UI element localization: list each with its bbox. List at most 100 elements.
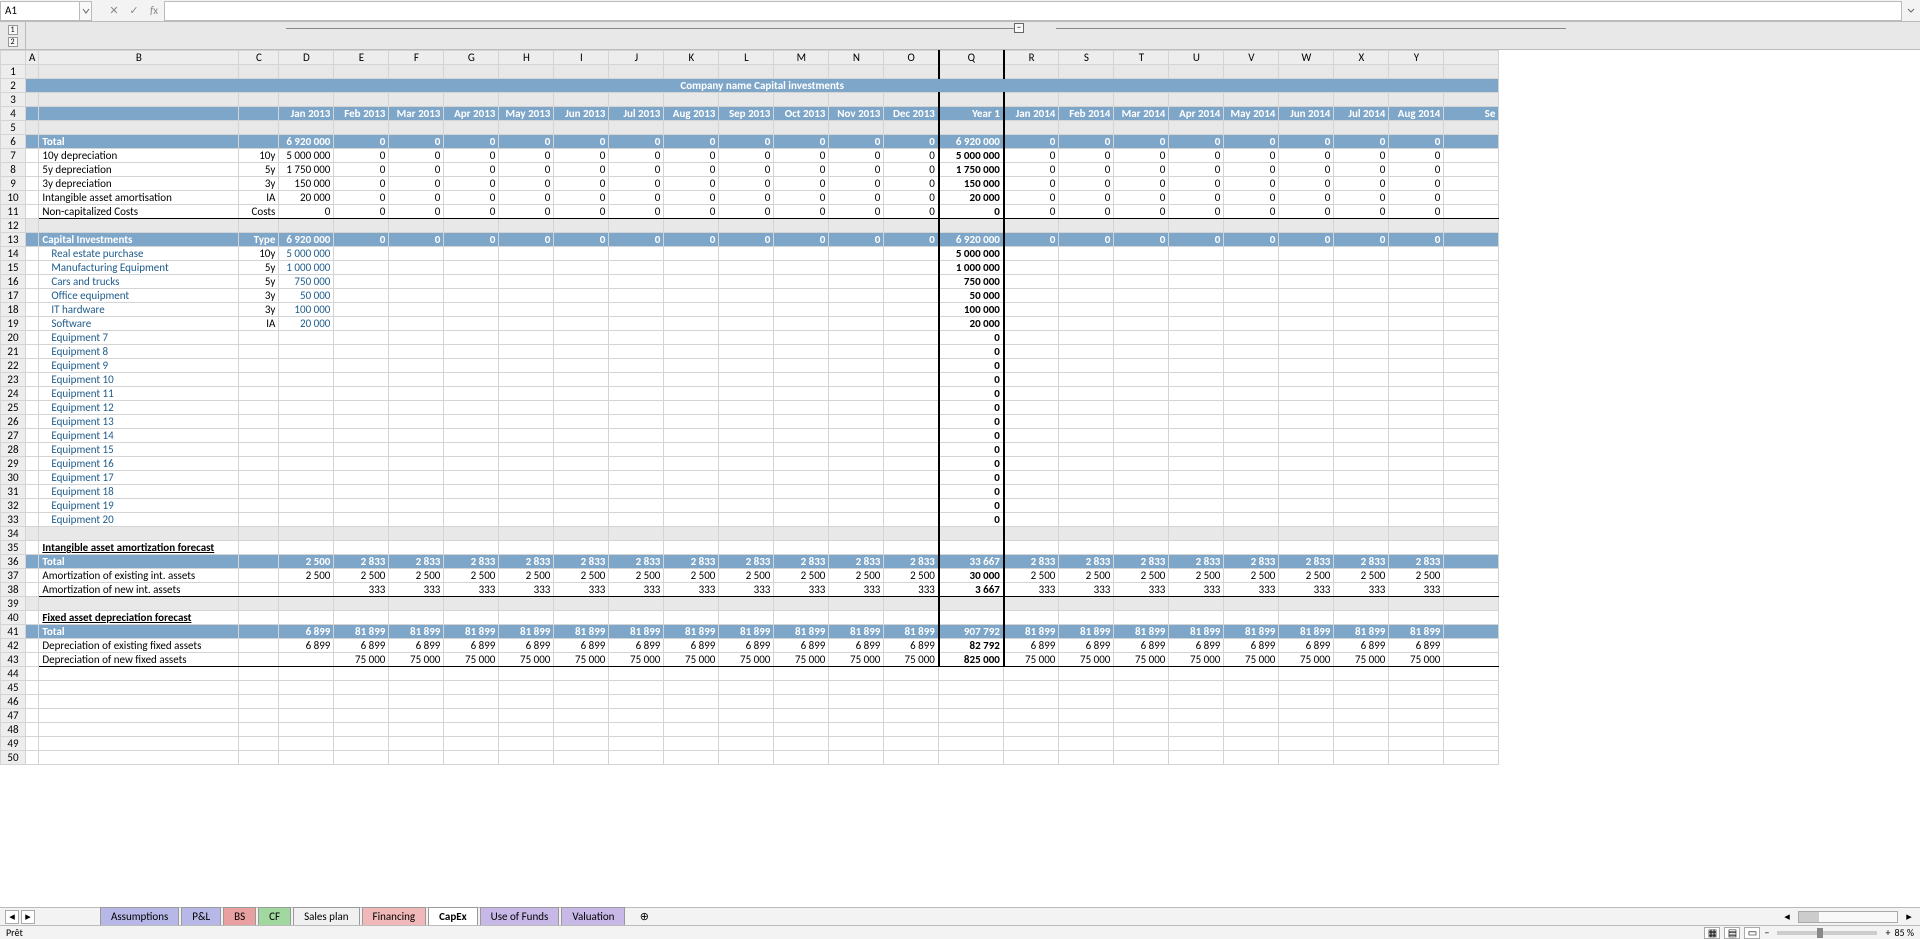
row-header[interactable]: 6 [1,135,26,149]
view-normal[interactable]: ▦ [1704,927,1720,939]
row-header[interactable]: 27 [1,429,26,443]
expand-formula-bar[interactable] [1902,1,1920,21]
sheet-tab[interactable]: P&L [181,907,221,926]
row-header[interactable]: 47 [1,709,26,723]
view-page-break[interactable]: ▭ [1744,927,1760,939]
outline-collapse-button[interactable]: − [1014,23,1024,33]
capinv-item[interactable]: Equipment 9 [39,359,239,373]
add-sheet-button[interactable]: ⊕ [635,910,653,924]
outline-level-2[interactable]: 2 [8,37,18,47]
row-header[interactable]: 26 [1,415,26,429]
tab-nav-first[interactable]: ◂ [5,910,19,924]
col-header[interactable]: S [1059,51,1114,65]
capinv-item[interactable]: Equipment 19 [39,499,239,513]
col-header[interactable]: C [239,51,279,65]
col-header[interactable]: I [554,51,609,65]
row-header[interactable]: 23 [1,373,26,387]
zoom-out[interactable]: − [1764,926,1769,939]
row-header[interactable]: 36 [1,555,26,569]
capinv-item[interactable]: IT hardware [39,303,239,317]
row-header[interactable]: 20 [1,331,26,345]
capinv-item[interactable]: Equipment 7 [39,331,239,345]
name-box[interactable]: A1 [0,1,80,21]
col-header[interactable] [1444,51,1499,65]
col-header[interactable]: L [719,51,774,65]
zoom-slider[interactable] [1777,931,1877,935]
row-header[interactable]: 50 [1,751,26,765]
sheet-tab[interactable]: BS [223,907,256,926]
row-header[interactable]: 19 [1,317,26,331]
row-header[interactable]: 48 [1,723,26,737]
row-header[interactable]: 4 [1,107,26,121]
col-header[interactable]: E [334,51,389,65]
sheet-tab[interactable]: CF [258,907,291,926]
capinv-item[interactable]: Equipment 11 [39,387,239,401]
tab-scroll-left[interactable]: ◂ [1780,910,1794,923]
col-header[interactable]: G [444,51,499,65]
row-header[interactable]: 24 [1,387,26,401]
name-box-dropdown[interactable] [80,1,92,21]
row-header[interactable]: 33 [1,513,26,527]
view-page-layout[interactable]: ▤ [1724,927,1740,939]
col-header[interactable]: Q [939,51,1004,65]
capinv-item[interactable]: Equipment 13 [39,415,239,429]
row-header[interactable]: 25 [1,401,26,415]
zoom-in[interactable]: + [1885,926,1890,939]
row-header[interactable]: 11 [1,205,26,219]
col-header[interactable]: K [664,51,719,65]
fx-button[interactable]: fx [144,1,164,21]
formula-input[interactable] [164,1,1902,21]
row-header[interactable]: 46 [1,695,26,709]
row-header[interactable]: 31 [1,485,26,499]
capinv-item[interactable]: Equipment 17 [39,471,239,485]
row-header[interactable]: 15 [1,261,26,275]
col-header[interactable]: B [39,51,239,65]
col-header[interactable]: Y [1389,51,1444,65]
col-header[interactable]: X [1334,51,1389,65]
row-header[interactable]: 21 [1,345,26,359]
row-header[interactable]: 2 [1,79,26,93]
row-header[interactable]: 1 [1,65,26,79]
col-header[interactable]: H [499,51,554,65]
capinv-item[interactable]: Equipment 10 [39,373,239,387]
capinv-item[interactable]: Equipment 18 [39,485,239,499]
capinv-item[interactable]: Equipment 12 [39,401,239,415]
row-header[interactable]: 9 [1,177,26,191]
capinv-item[interactable]: Equipment 20 [39,513,239,527]
row-header[interactable]: 42 [1,639,26,653]
sheet-tab[interactable]: CapEx [428,907,478,926]
row-header[interactable]: 12 [1,219,26,233]
row-header[interactable]: 29 [1,457,26,471]
row-header[interactable]: 16 [1,275,26,289]
capinv-item[interactable]: Equipment 15 [39,443,239,457]
row-header[interactable]: 18 [1,303,26,317]
capinv-item[interactable]: Software [39,317,239,331]
sheet-tab[interactable]: Use of Funds [480,907,560,926]
col-header[interactable]: N [829,51,884,65]
row-header[interactable]: 3 [1,93,26,107]
row-header[interactable]: 37 [1,569,26,583]
row-header[interactable]: 38 [1,583,26,597]
tab-scroll-right[interactable]: ▸ [1902,910,1916,923]
row-header[interactable]: 41 [1,625,26,639]
capinv-item[interactable]: Equipment 8 [39,345,239,359]
row-header[interactable]: 34 [1,527,26,541]
sheet-tab[interactable]: Financing [362,907,427,926]
capinv-item[interactable]: Manufacturing Equipment [39,261,239,275]
col-header[interactable]: F [389,51,444,65]
tab-nav-last[interactable]: ▸ [21,910,35,924]
row-header[interactable]: 30 [1,471,26,485]
col-header[interactable]: T [1114,51,1169,65]
accept-formula-button[interactable]: ✓ [124,1,144,21]
col-header[interactable]: J [609,51,664,65]
row-header[interactable]: 28 [1,443,26,457]
col-header[interactable]: M [774,51,829,65]
row-header[interactable]: 43 [1,653,26,667]
capinv-item[interactable]: Cars and trucks [39,275,239,289]
row-header[interactable]: 5 [1,121,26,135]
row-header[interactable]: 10 [1,191,26,205]
row-header[interactable]: 22 [1,359,26,373]
select-all[interactable] [1,51,26,65]
row-header[interactable]: 14 [1,247,26,261]
row-header[interactable]: 35 [1,541,26,555]
